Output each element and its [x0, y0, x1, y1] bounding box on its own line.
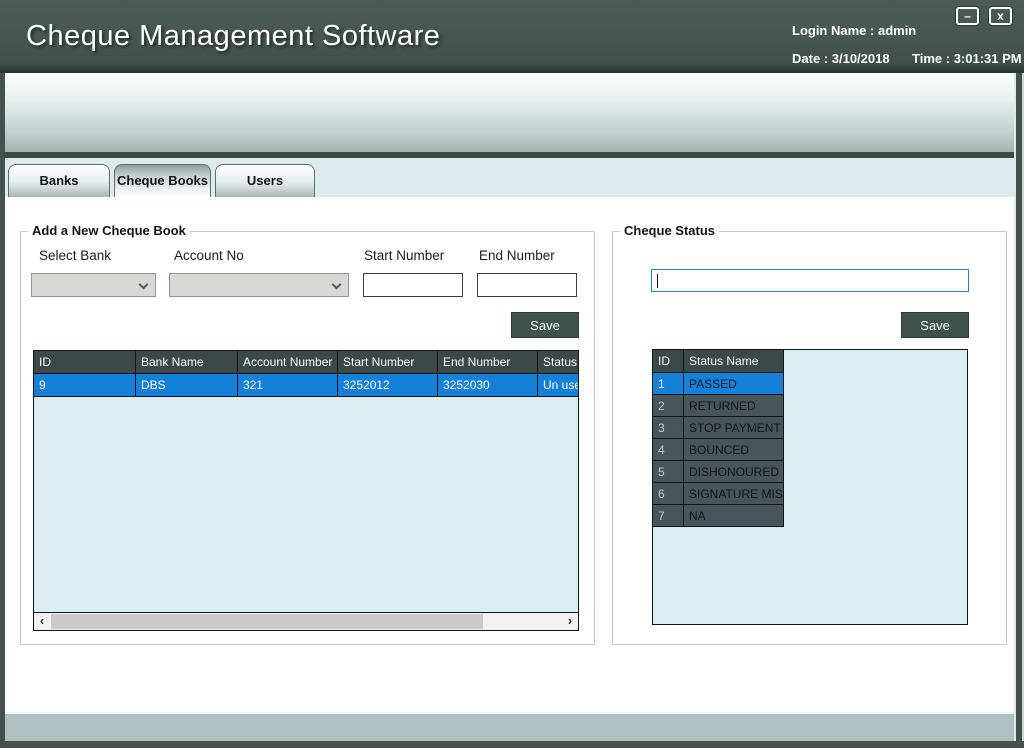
table-row[interactable]: 4 BOUNCED	[653, 439, 785, 461]
scrollbar-thumb[interactable]	[51, 614, 483, 629]
cheque-status-groupbox: Cheque Status Save ID Status Name 1 PASS…	[612, 231, 1007, 645]
table-row[interactable]: 5 DISHONOURED	[653, 461, 785, 483]
select-bank-label: Select Bank	[39, 248, 111, 263]
start-number-label: Start Number	[364, 248, 444, 263]
cell-account-number: 321	[238, 374, 338, 397]
table-row[interactable]: 2 RETURNED	[653, 395, 785, 417]
column-header-account-number[interactable]: Account Number	[238, 351, 338, 374]
table-row[interactable]: 6 SIGNATURE MIS...	[653, 483, 785, 505]
horizontal-scrollbar[interactable]: ‹ ›	[34, 612, 578, 630]
column-header-id[interactable]: ID	[34, 351, 136, 374]
window-border-left	[0, 73, 5, 748]
column-header-end-number[interactable]: End Number	[438, 351, 538, 374]
app-window: Cheque Management Software – x Login Nam…	[0, 0, 1024, 748]
cell-id: 9	[34, 374, 136, 397]
cheque-status-title: Cheque Status	[620, 223, 719, 238]
date-value: 3/10/2018	[832, 51, 890, 66]
time-label: Time :	[912, 51, 950, 66]
table-row[interactable]: 7 NA	[653, 505, 785, 527]
status-strip	[5, 712, 1014, 741]
date-time: Date : 3/10/2018 Time : 3:01:31 PM	[792, 51, 890, 66]
grid-header-row: ID Status Name	[653, 350, 785, 373]
close-icon: x	[997, 9, 1004, 23]
status-name-input[interactable]	[651, 269, 969, 292]
close-button[interactable]: x	[989, 7, 1012, 25]
status-save-button[interactable]: Save	[901, 312, 969, 338]
window-border-right	[1014, 73, 1024, 748]
tab-strip: Banks Cheque Books Users	[5, 158, 1017, 197]
cell-status-name: PASSED	[684, 373, 784, 395]
table-row[interactable]: 3 STOP PAYMENT	[653, 417, 785, 439]
start-number-input[interactable]	[363, 273, 463, 297]
cell-status-name: RETURNED	[684, 395, 784, 417]
cell-start-number: 3252012	[338, 374, 438, 397]
account-no-label: Account No	[174, 248, 244, 263]
chevron-down-icon	[139, 280, 149, 290]
cell-id: 1	[653, 373, 684, 395]
tab-cheque-books[interactable]: Cheque Books	[114, 164, 211, 197]
login-name: Login Name : admin	[792, 23, 916, 38]
select-bank-dropdown[interactable]	[31, 273, 156, 297]
scroll-right-arrow-icon[interactable]: ›	[562, 613, 578, 630]
table-row[interactable]: 9 DBS 321 3252012 3252030 Un used	[34, 374, 578, 397]
save-button-label: Save	[530, 318, 560, 333]
window-border-bottom	[0, 741, 1024, 748]
cell-id: 6	[653, 483, 684, 505]
cell-id: 2	[653, 395, 684, 417]
table-row[interactable]: 1 PASSED	[653, 373, 785, 395]
column-header-status-name[interactable]: Status Name	[684, 350, 784, 373]
column-header-bank-name[interactable]: Bank Name	[136, 351, 238, 374]
text-cursor	[657, 274, 658, 288]
login-name-label: Login Name :	[792, 23, 874, 38]
app-title: Cheque Management Software	[26, 20, 440, 53]
column-header-id[interactable]: ID	[653, 350, 684, 373]
cell-end-number: 3252030	[438, 374, 538, 397]
time: Time : 3:01:31 PM	[912, 51, 1022, 66]
minimize-icon: –	[964, 9, 971, 23]
cell-id: 3	[653, 417, 684, 439]
login-name-value: admin	[878, 23, 916, 38]
cell-status-name: STOP PAYMENT	[684, 417, 784, 439]
cheque-status-grid: ID Status Name 1 PASSED 2 RETURNED 3 STO…	[652, 349, 968, 625]
add-cheque-book-groupbox: Add a New Cheque Book Select Bank Accoun…	[20, 231, 595, 645]
grid-header-row: ID Bank Name Account Number Start Number…	[34, 351, 578, 374]
time-value: 3:01:31 PM	[954, 51, 1022, 66]
tab-banks-label: Banks	[39, 173, 78, 188]
cell-status-name: DISHONOURED	[684, 461, 784, 483]
main-toolbar: CHEQUE MANAGE TOOLS	[0, 73, 1024, 152]
cheque-books-grid: ID Bank Name Account Number Start Number…	[33, 350, 579, 631]
tab-banks[interactable]: Banks	[8, 164, 110, 197]
tab-page-cheque-books: Add a New Cheque Book Select Bank Accoun…	[5, 197, 1014, 712]
cell-status-name: SIGNATURE MIS...	[684, 483, 784, 505]
title-bar: Cheque Management Software – x Login Nam…	[0, 0, 1024, 73]
scroll-left-arrow-icon[interactable]: ‹	[34, 613, 50, 630]
cell-status-name: NA	[684, 505, 784, 527]
cell-id: 7	[653, 505, 684, 527]
account-no-dropdown[interactable]	[169, 273, 349, 297]
date-label: Date :	[792, 51, 828, 66]
cheque-book-save-button[interactable]: Save	[511, 312, 579, 338]
add-cheque-book-title: Add a New Cheque Book	[28, 223, 190, 238]
cell-status: Un used	[538, 374, 578, 397]
end-number-input[interactable]	[477, 273, 577, 297]
end-number-label: End Number	[479, 248, 555, 263]
cell-id: 5	[653, 461, 684, 483]
cell-id: 4	[653, 439, 684, 461]
tab-users[interactable]: Users	[215, 164, 315, 197]
cell-status-name: BOUNCED	[684, 439, 784, 461]
column-header-start-number[interactable]: Start Number	[338, 351, 438, 374]
chevron-down-icon	[332, 280, 342, 290]
tab-users-label: Users	[247, 173, 283, 188]
tab-cheque-books-label: Cheque Books	[117, 173, 208, 188]
column-header-status[interactable]: Status	[538, 351, 578, 374]
save-button-label: Save	[920, 318, 950, 333]
cell-bank-name: DBS	[136, 374, 238, 397]
minimize-button[interactable]: –	[956, 7, 979, 25]
